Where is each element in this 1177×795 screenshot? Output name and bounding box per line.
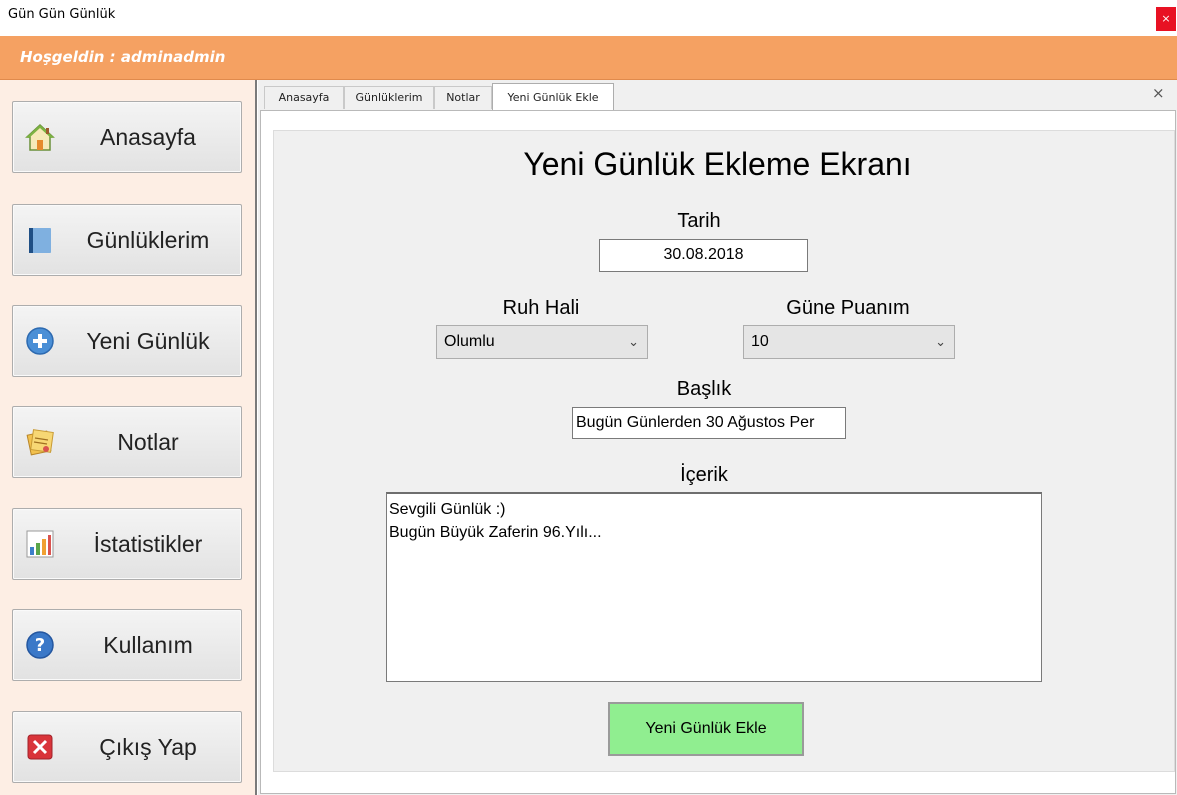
mood-select-value: Olumlu: [444, 333, 495, 350]
tab-strip: Anasayfa Günlüklerim Notlar Yeni Günlük …: [258, 80, 1177, 112]
sidebar-item-label: Kullanım: [103, 632, 193, 658]
tab-notlar[interactable]: Notlar: [434, 86, 492, 109]
content-textarea[interactable]: Sevgili Günlük :) Bugün Büyük Zaferin 96…: [386, 492, 1042, 682]
content-label: İçerik: [680, 464, 728, 486]
welcome-text: Hoşgeldin : adminadmin: [20, 48, 226, 66]
chevron-down-icon: ⌄: [935, 334, 946, 349]
notes-icon: [26, 429, 54, 456]
sidebar-item-label: İstatistikler: [93, 531, 203, 557]
tab-yeni-gunluk-ekle[interactable]: Yeni Günlük Ekle: [492, 83, 614, 111]
mood-select[interactable]: Olumlu ⌄: [436, 325, 648, 359]
main-content: Anasayfa Günlüklerim Notlar Yeni Günlük …: [258, 80, 1177, 795]
home-icon: [25, 123, 55, 151]
mood-label: Ruh Hali: [502, 297, 580, 319]
svg-text:?: ?: [35, 635, 45, 656]
heading-field[interactable]: Bugün Günlerden 30 Ağustos Per: [572, 407, 846, 439]
sidebar: Anasayfa Günlüklerim Yeni Günlük Notlar: [0, 80, 257, 795]
page-title: Yeni Günlük Ekleme Ekranı: [523, 146, 912, 182]
app-title: Gün Gün Günlük: [8, 7, 116, 22]
score-select-value: 10: [751, 333, 769, 350]
sidebar-item-label: Notlar: [117, 429, 179, 455]
sidebar-item-notlar[interactable]: Notlar: [12, 406, 242, 478]
book-icon: [29, 228, 51, 253]
sidebar-item-label: Anasayfa: [100, 124, 196, 150]
add-entry-button[interactable]: Yeni Günlük Ekle: [608, 702, 804, 756]
welcome-banner: Hoşgeldin : adminadmin: [0, 36, 1177, 80]
title-bar: Gün Gün Günlük ×: [0, 0, 1177, 34]
heading-label: Başlık: [676, 378, 732, 400]
score-select[interactable]: 10 ⌄: [743, 325, 955, 359]
bar-chart-icon: [26, 530, 54, 558]
sidebar-item-kullanim[interactable]: ? Kullanım: [12, 609, 242, 681]
sidebar-item-anasayfa[interactable]: Anasayfa: [12, 101, 242, 173]
date-field[interactable]: 30.08.2018: [599, 239, 808, 272]
sidebar-item-label: Çıkış Yap: [99, 734, 197, 760]
sidebar-item-yeni-gunluk[interactable]: Yeni Günlük: [12, 305, 242, 377]
sidebar-item-label: Günlüklerim: [86, 227, 210, 253]
exit-icon: [27, 734, 53, 760]
sidebar-item-cikis-yap[interactable]: Çıkış Yap: [12, 711, 242, 783]
tab-anasayfa[interactable]: Anasayfa: [264, 86, 344, 109]
window-close-button[interactable]: ×: [1156, 7, 1176, 31]
plus-circle-icon: [26, 327, 54, 355]
sidebar-item-istatistikler[interactable]: İstatistikler: [12, 508, 242, 580]
date-label: Tarih: [677, 210, 721, 232]
sidebar-item-label: Yeni Günlük: [86, 328, 210, 354]
tab-gunluklerim[interactable]: Günlüklerim: [344, 86, 434, 109]
close-tab-icon[interactable]: ×: [1152, 84, 1165, 102]
score-label: Güne Puanım: [786, 297, 910, 319]
chevron-down-icon: ⌄: [628, 334, 639, 349]
sidebar-item-gunluklerim[interactable]: Günlüklerim: [12, 204, 242, 276]
help-icon: ?: [26, 631, 54, 659]
